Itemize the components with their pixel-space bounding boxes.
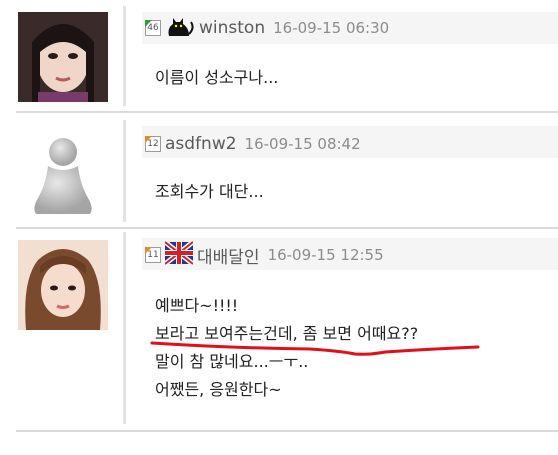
uk-flag-icon [163, 240, 195, 270]
comment-body: 이름이 성소구나... [155, 66, 278, 90]
avatar[interactable] [18, 128, 108, 218]
comment-body: 조회수가 대단... [155, 180, 264, 204]
author-nickname[interactable]: winston [199, 18, 265, 38]
comment-divider-line [123, 6, 126, 106]
comment-header: 11 대배달인 16-09-15 12:55 [145, 240, 384, 270]
comment-divider [16, 111, 558, 113]
comment-divider [16, 227, 558, 229]
level-icon: 46 [145, 20, 161, 36]
level-icon: 11 [145, 247, 161, 263]
author-nickname[interactable]: 대배달인 [197, 243, 260, 268]
comment-divider-line [123, 120, 126, 222]
comment-line: 이름이 성소구나... [155, 68, 279, 87]
comment-line: 예쁘다~!!!! [155, 296, 239, 315]
comment-line: 어쨌든, 응원한다~ [155, 380, 282, 399]
comment-header: 12 asdfnw2 16-09-15 08:42 [145, 132, 361, 156]
comment-line: 조회수가 대단... [155, 182, 264, 201]
red-underline-annotation [150, 341, 480, 356]
comment-date: 16-09-15 08:42 [244, 135, 361, 153]
author-nickname[interactable]: asdfnw2 [165, 134, 237, 154]
comment-date: 16-09-15 06:30 [273, 19, 390, 37]
level-icon: 12 [145, 136, 161, 152]
cat-icon [165, 14, 195, 42]
comment-divider [16, 430, 558, 432]
avatar[interactable] [18, 12, 108, 102]
avatar[interactable] [18, 240, 108, 330]
comment-divider-line [123, 232, 126, 424]
comment-date: 16-09-15 12:55 [267, 246, 384, 264]
comment-header: 46 winston 16-09-15 06:30 [145, 16, 389, 40]
